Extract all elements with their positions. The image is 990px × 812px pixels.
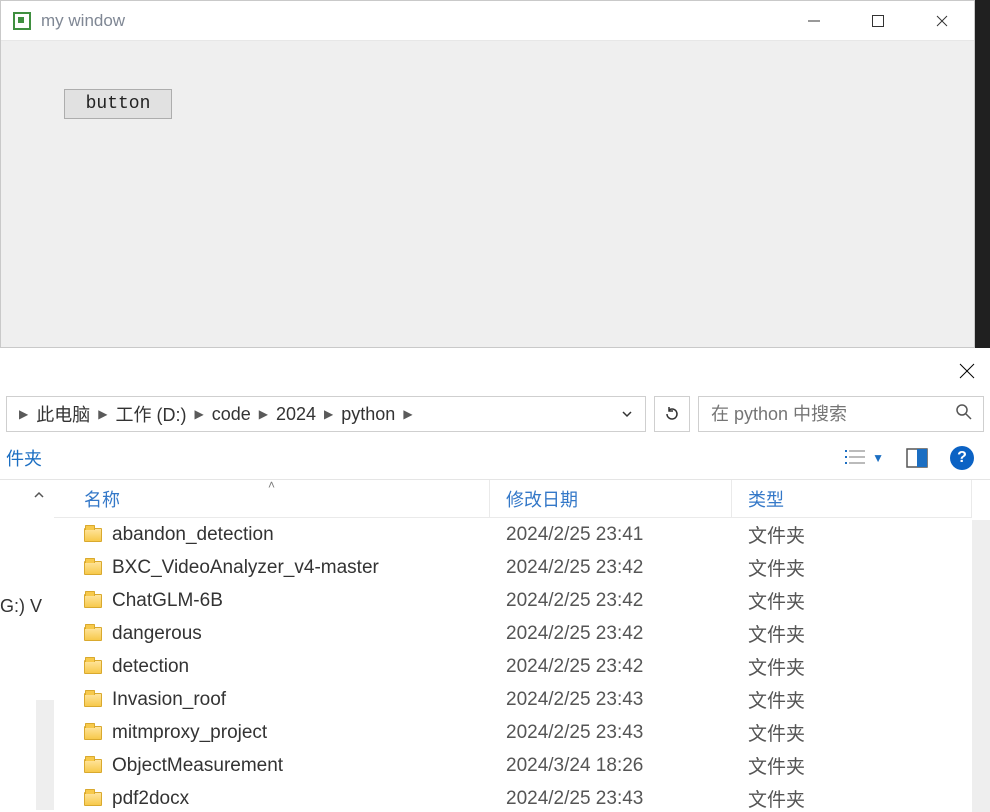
file-date: 2024/2/25 23:42 bbox=[490, 623, 732, 645]
table-row[interactable]: ObjectMeasurement 2024/3/24 18:26文件夹 bbox=[54, 749, 972, 782]
breadcrumb-segment[interactable]: python bbox=[335, 397, 401, 431]
file-type: 文件夹 bbox=[732, 752, 972, 779]
folder-icon bbox=[84, 528, 102, 542]
new-folder-button[interactable]: 件夹 bbox=[6, 445, 52, 471]
client-area: button bbox=[1, 41, 974, 347]
search-icon bbox=[955, 403, 973, 426]
breadcrumb-segment[interactable]: 此电脑 bbox=[30, 397, 96, 431]
file-name: detection bbox=[112, 656, 189, 678]
scroll-up-icon[interactable] bbox=[30, 486, 48, 504]
titlebar[interactable]: my window bbox=[1, 1, 974, 41]
file-type: 文件夹 bbox=[732, 785, 972, 812]
file-type: 文件夹 bbox=[732, 620, 972, 647]
address-bar: ▶ 此电脑 ▶ 工作 (D:) ▶ code ▶ 2024 ▶ python ▶ bbox=[0, 394, 984, 434]
help-button[interactable]: ? bbox=[950, 446, 974, 470]
close-button[interactable] bbox=[910, 1, 974, 41]
breadcrumb-segment[interactable]: code bbox=[206, 397, 257, 431]
file-date: 2024/2/25 23:43 bbox=[490, 788, 732, 810]
chevron-down-icon: ▼ bbox=[872, 451, 884, 465]
chevron-right-icon: ▶ bbox=[257, 407, 270, 421]
dialog-close-button[interactable] bbox=[952, 356, 982, 386]
file-name: dangerous bbox=[112, 623, 202, 645]
file-name: ObjectMeasurement bbox=[112, 755, 283, 777]
nav-gutter: G:) V bbox=[0, 480, 54, 812]
table-row[interactable]: ChatGLM-6B 2024/2/25 23:42文件夹 bbox=[54, 584, 972, 617]
chevron-right-icon: ▶ bbox=[96, 407, 109, 421]
breadcrumb-segment[interactable]: 工作 (D:) bbox=[109, 397, 192, 431]
file-type: 文件夹 bbox=[732, 521, 972, 548]
table-row[interactable]: abandon_detection 2024/2/25 23:41文件夹 bbox=[54, 518, 972, 551]
preview-pane-button[interactable] bbox=[906, 448, 928, 468]
table-row[interactable]: BXC_VideoAnalyzer_v4-master 2024/2/25 23:… bbox=[54, 551, 972, 584]
column-headers: ˄ 名称 修改日期 类型 bbox=[54, 480, 972, 518]
file-name: ChatGLM-6B bbox=[112, 590, 223, 612]
folder-icon bbox=[84, 792, 102, 806]
list-scrollbar[interactable] bbox=[972, 480, 990, 812]
table-row[interactable]: dangerous 2024/2/25 23:42文件夹 bbox=[54, 617, 972, 650]
main-button[interactable]: button bbox=[64, 89, 172, 119]
breadcrumb[interactable]: ▶ 此电脑 ▶ 工作 (D:) ▶ code ▶ 2024 ▶ python ▶ bbox=[6, 396, 646, 432]
table-row[interactable]: Invasion_roof 2024/2/25 23:43文件夹 bbox=[54, 683, 972, 716]
file-type: 文件夹 bbox=[732, 686, 972, 713]
file-name: mitmproxy_project bbox=[112, 722, 267, 744]
file-type: 文件夹 bbox=[732, 653, 972, 680]
app-icon bbox=[13, 12, 31, 30]
nav-fragment: G:) V bbox=[0, 596, 42, 617]
chevron-right-icon: ▶ bbox=[322, 407, 335, 421]
file-type: 文件夹 bbox=[732, 587, 972, 614]
folder-icon bbox=[84, 594, 102, 608]
breadcrumb-dropdown[interactable] bbox=[613, 397, 641, 431]
app-window: my window button bbox=[0, 0, 975, 348]
toolbar: 件夹 ▼ ? bbox=[0, 436, 990, 480]
background-strip bbox=[975, 0, 990, 348]
folder-icon bbox=[84, 660, 102, 674]
file-date: 2024/2/25 23:42 bbox=[490, 656, 732, 678]
minimize-button[interactable] bbox=[782, 1, 846, 41]
refresh-button[interactable] bbox=[654, 396, 690, 432]
file-list: ˄ 名称 修改日期 类型 abandon_detection 2024/2/25 … bbox=[54, 480, 972, 812]
file-name: BXC_VideoAnalyzer_v4-master bbox=[112, 557, 379, 579]
file-date: 2024/2/25 23:43 bbox=[490, 722, 732, 744]
file-name: abandon_detection bbox=[112, 524, 274, 546]
search-input[interactable] bbox=[709, 403, 955, 426]
maximize-button[interactable] bbox=[846, 1, 910, 41]
chevron-right-icon: ▶ bbox=[401, 407, 414, 421]
column-header-name[interactable]: ˄ 名称 bbox=[54, 480, 490, 517]
column-header-date[interactable]: 修改日期 bbox=[490, 480, 732, 517]
file-date: 2024/2/25 23:42 bbox=[490, 557, 732, 579]
table-row[interactable]: mitmproxy_project 2024/2/25 23:43文件夹 bbox=[54, 716, 972, 749]
folder-icon bbox=[84, 561, 102, 575]
view-options-button[interactable]: ▼ bbox=[844, 448, 884, 468]
file-explorer: ▶ 此电脑 ▶ 工作 (D:) ▶ code ▶ 2024 ▶ python ▶ bbox=[0, 348, 990, 812]
sort-asc-icon: ˄ bbox=[268, 478, 275, 492]
file-name: Invasion_roof bbox=[112, 689, 226, 711]
chevron-right-icon: ▶ bbox=[192, 407, 205, 421]
file-name: pdf2docx bbox=[112, 788, 189, 810]
file-type: 文件夹 bbox=[732, 719, 972, 746]
window-title: my window bbox=[41, 11, 782, 31]
folder-icon bbox=[84, 693, 102, 707]
nav-scrollbar[interactable] bbox=[36, 700, 54, 810]
search-box[interactable] bbox=[698, 396, 984, 432]
column-header-type[interactable]: 类型 bbox=[732, 480, 971, 517]
file-date: 2024/2/25 23:42 bbox=[490, 590, 732, 612]
table-row[interactable]: pdf2docx 2024/2/25 23:43文件夹 bbox=[54, 782, 972, 812]
folder-icon bbox=[84, 759, 102, 773]
breadcrumb-segment[interactable]: 2024 bbox=[270, 397, 322, 431]
folder-icon bbox=[84, 726, 102, 740]
file-date: 2024/2/25 23:41 bbox=[490, 524, 732, 546]
table-row[interactable]: detection 2024/2/25 23:42文件夹 bbox=[54, 650, 972, 683]
file-date: 2024/2/25 23:43 bbox=[490, 689, 732, 711]
folder-icon bbox=[84, 627, 102, 641]
chevron-right-icon: ▶ bbox=[17, 407, 30, 421]
file-date: 2024/3/24 18:26 bbox=[490, 755, 732, 777]
file-type: 文件夹 bbox=[732, 554, 972, 581]
